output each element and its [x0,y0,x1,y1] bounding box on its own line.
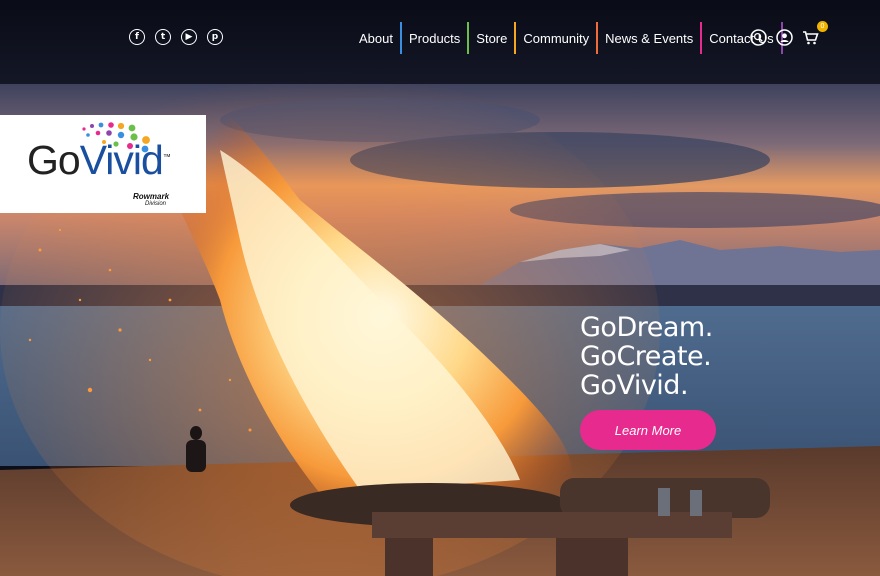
cart-button[interactable]: 0 [802,21,828,46]
nav-item-news-events[interactable]: News & Events [598,22,703,54]
nav-item-about[interactable]: About [352,22,402,54]
hero-background [0,0,880,576]
user-icon[interactable] [776,29,793,46]
twitter-icon[interactable]: t [155,29,171,45]
logo-division-label: Division [145,201,167,207]
facebook-icon[interactable]: f [129,29,145,45]
hero-tagline: GoDream. GoCreate. GoVivid. [580,313,713,400]
cart-count-badge: 0 [817,21,828,32]
tagline-line-create: GoCreate. [580,341,712,372]
logo-division-brand: Rowmark [133,192,170,201]
nav-item-community[interactable]: Community [516,22,599,54]
social-links: f t ▶ p [129,29,223,45]
logo-wordmark: GoVivid™ [27,137,171,183]
youtube-icon[interactable]: ▶ [181,29,197,45]
logo-trademark: ™ [162,152,171,162]
nav-item-products[interactable]: Products [402,22,470,54]
top-navigation-bar: f t ▶ p About Products Store Community N… [0,0,880,84]
utility-icons: 0 [750,21,828,46]
logo-vivid: Vivid [79,137,164,183]
bonfire-beach-photo [0,0,880,576]
learn-more-button[interactable]: Learn More [580,410,716,450]
search-icon[interactable] [750,29,767,46]
cart-icon [803,31,819,45]
logo-go: Go [27,137,81,183]
tagline-line-vivid: GoVivid. [580,370,689,401]
pinterest-icon[interactable]: p [207,29,223,45]
main-nav: About Products Store Community News & Ev… [352,22,783,54]
tagline-line-dream: GoDream. [580,312,713,343]
nav-item-store[interactable]: Store [469,22,517,54]
